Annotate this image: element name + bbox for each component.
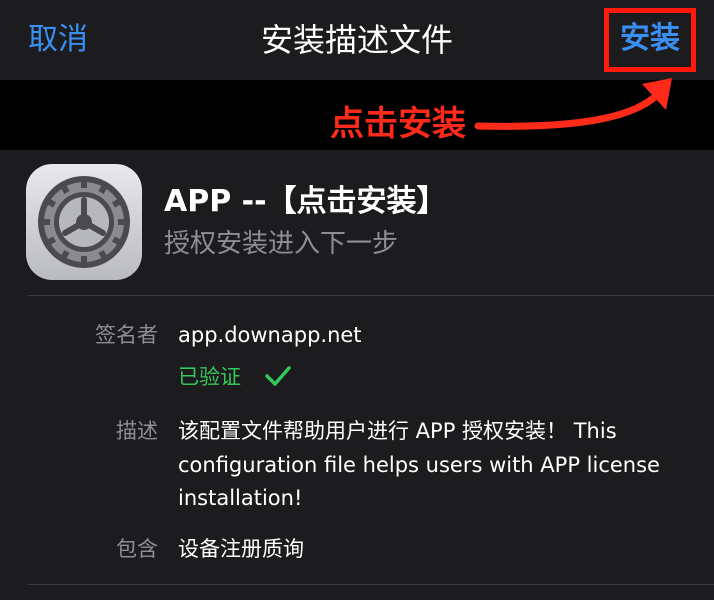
contains-value: 设备注册质询 [178, 537, 304, 561]
app-icon [26, 164, 142, 280]
settings-gear-icon [38, 176, 130, 268]
description-line-1: 该配置文件帮助用户进行 APP 授权安装！ This [178, 419, 617, 443]
annotation-arrow-icon [474, 78, 672, 130]
annotation-text: 点击安装 [330, 104, 466, 144]
install-button[interactable]: 安装 [609, 17, 691, 61]
navigation-bar: 取消 安装描述文件 安装 [0, 0, 714, 80]
signer-label: 签名者 [95, 323, 158, 347]
description-line-3: installation! [178, 486, 303, 510]
divider [28, 295, 714, 296]
description-label: 描述 [116, 419, 158, 443]
profile-subtitle: 授权安装进入下一步 [164, 229, 399, 259]
divider [28, 584, 714, 585]
verified-status: 已验证 [178, 365, 241, 389]
profile-name: APP --【点击安装】 [164, 184, 447, 219]
contains-label: 包含 [116, 537, 158, 561]
install-highlight-box: 安装 [604, 8, 696, 72]
description-line-2: configuration file helps users with APP … [178, 453, 660, 477]
checkmark-icon [265, 366, 291, 386]
signer-value: app.downapp.net [178, 323, 362, 347]
